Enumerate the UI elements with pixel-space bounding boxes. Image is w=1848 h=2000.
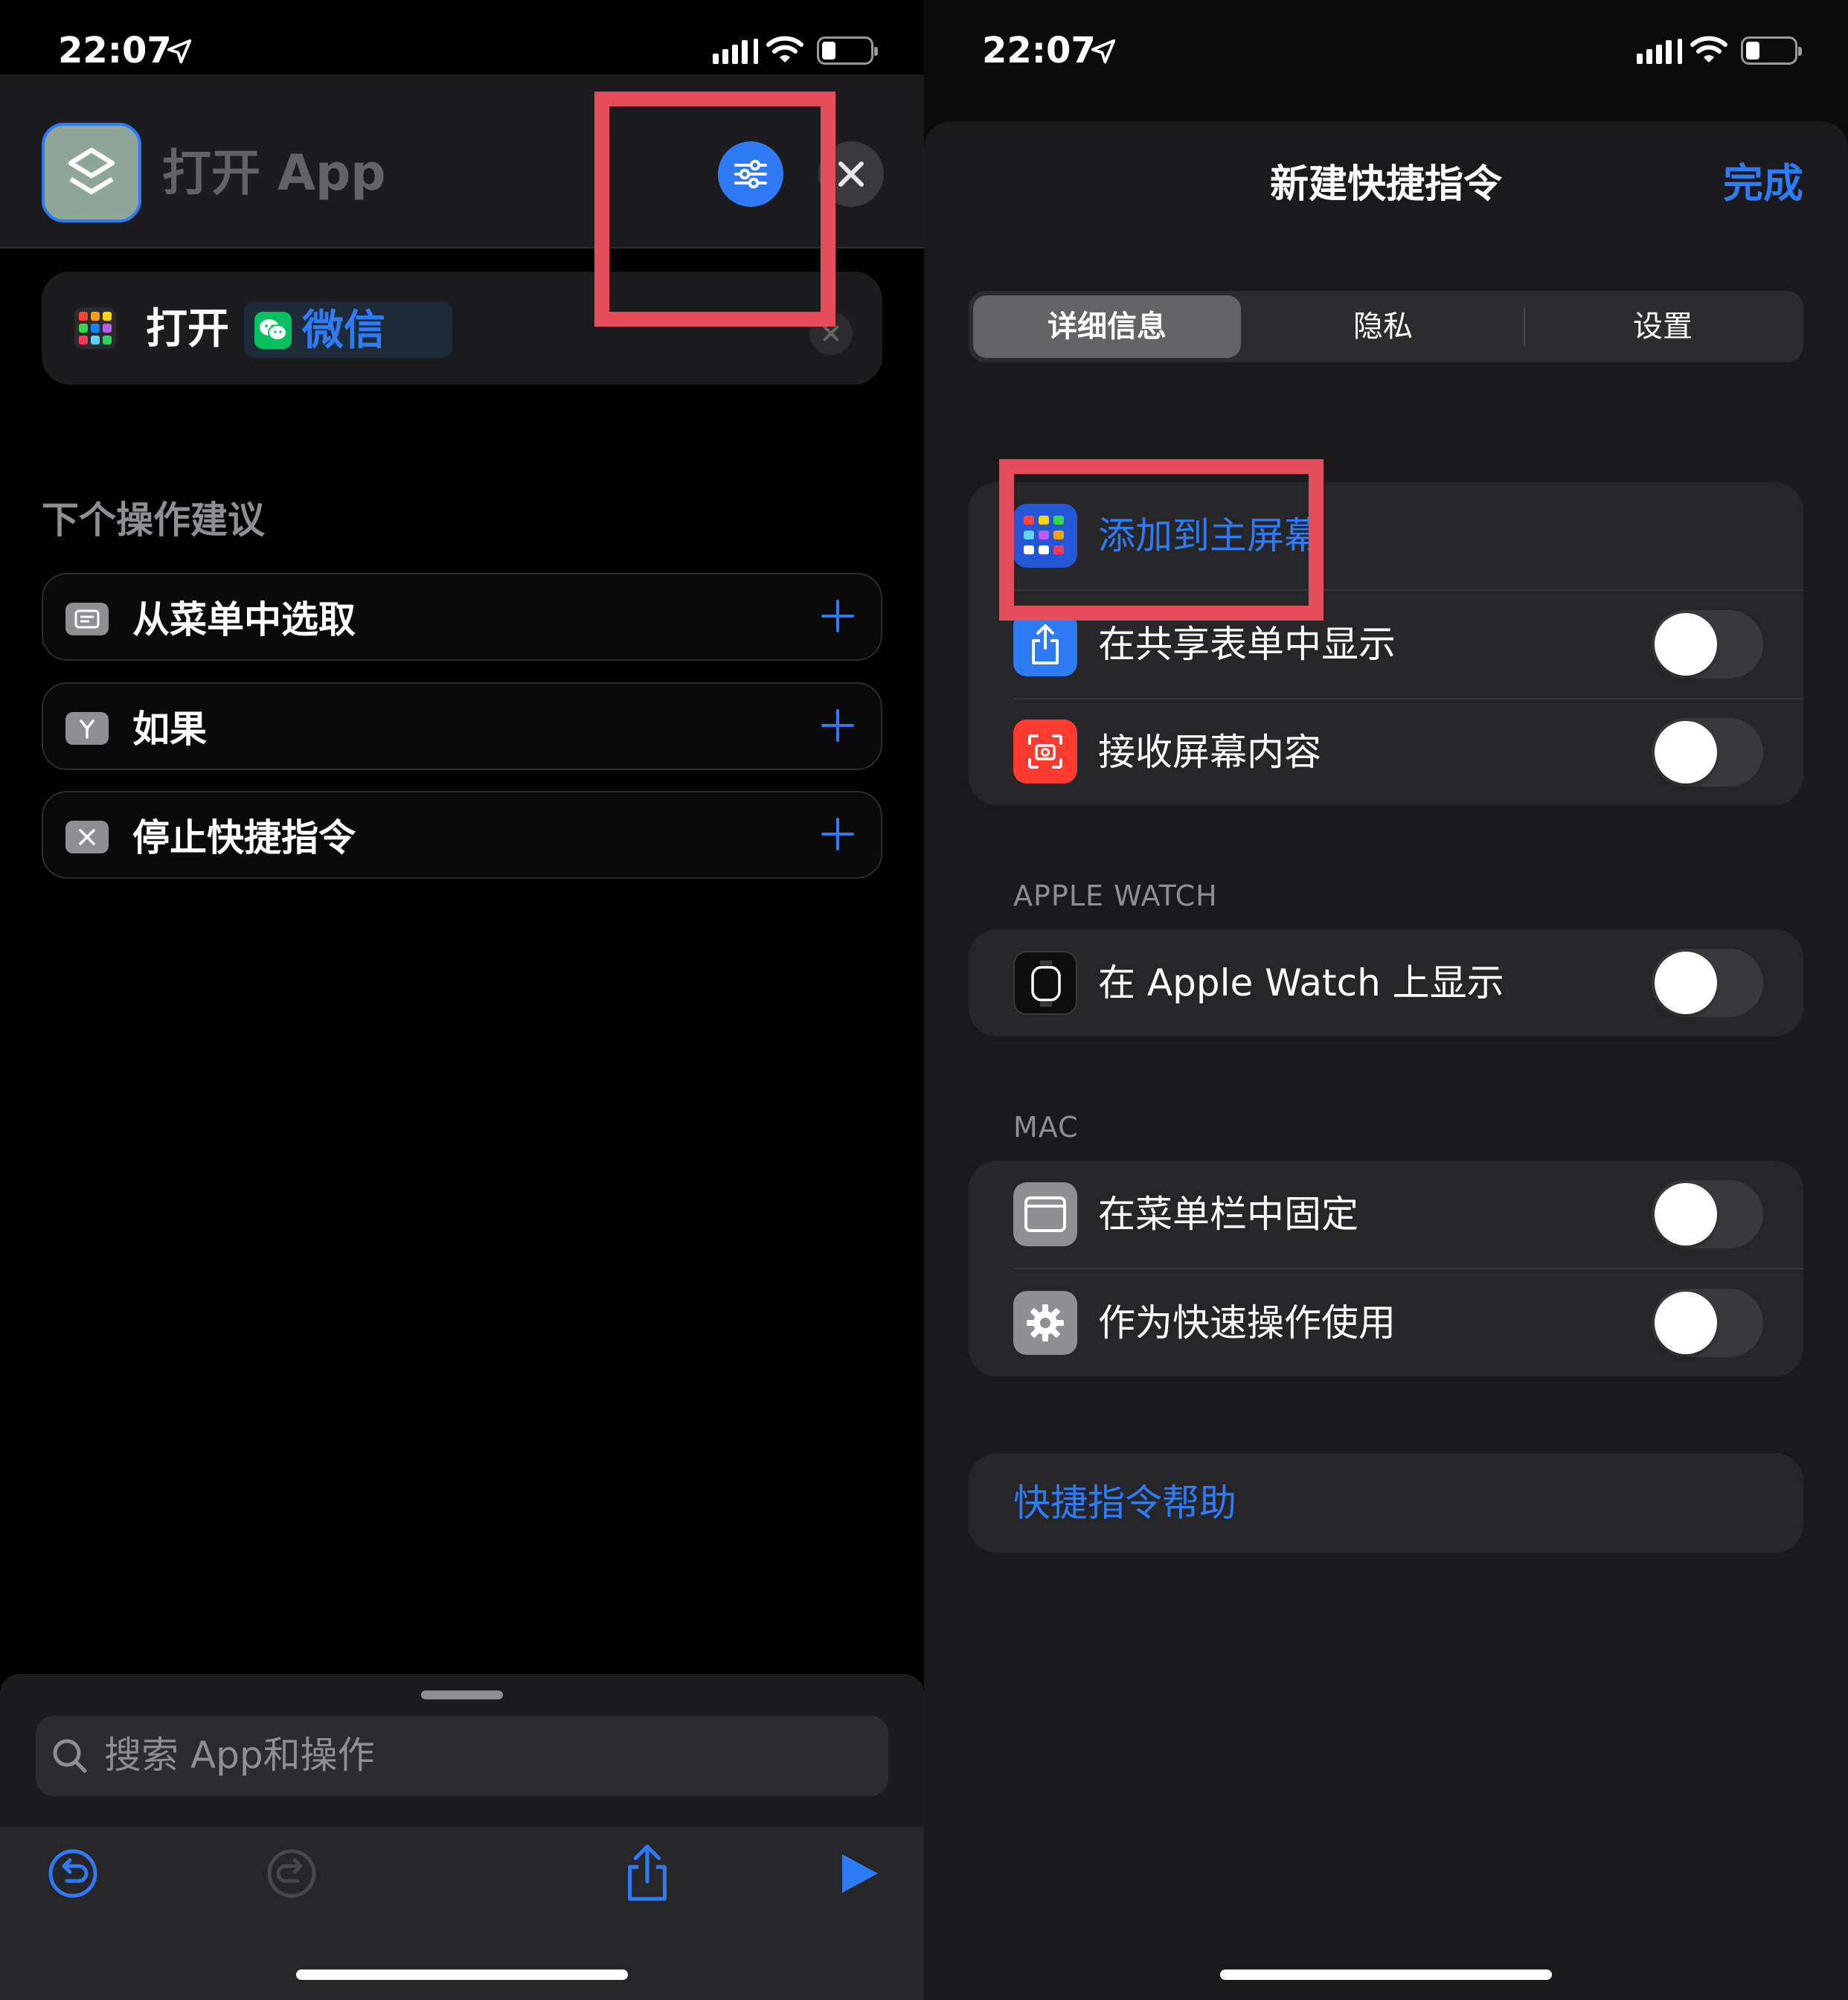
suggestion-item[interactable]: 从菜单中选取 bbox=[42, 573, 882, 661]
highlight-box bbox=[999, 459, 1324, 621]
screen-content-toggle[interactable] bbox=[1652, 718, 1763, 786]
tab-privacy[interactable]: 隐私 bbox=[1244, 295, 1522, 358]
apple-watch-toggle[interactable] bbox=[1652, 949, 1763, 1017]
redo-icon[interactable] bbox=[265, 1847, 318, 1900]
window-icon bbox=[1013, 1182, 1077, 1246]
menubar-label: 在菜单栏中固定 bbox=[1098, 1193, 1358, 1236]
undo-icon[interactable] bbox=[46, 1847, 100, 1900]
screen-content-row: 接收屏幕内容 bbox=[969, 699, 1803, 805]
apps-grid-icon bbox=[74, 307, 116, 349]
close-icon bbox=[838, 161, 864, 187]
quick-action-label: 作为快速操作使用 bbox=[1098, 1301, 1396, 1344]
apple-watch-label: 在 Apple Watch 上显示 bbox=[1098, 961, 1504, 1004]
help-group[interactable]: 快捷指令帮助 bbox=[969, 1453, 1803, 1553]
done-button[interactable]: 完成 bbox=[1723, 164, 1803, 204]
screen-content-label: 接收屏幕内容 bbox=[1098, 731, 1321, 774]
shortcut-app-icon[interactable] bbox=[42, 123, 141, 222]
app-name: 微信 bbox=[302, 307, 385, 355]
tab-label: 设置 bbox=[1633, 310, 1693, 344]
suggestion-label: 停止快捷指令 bbox=[132, 816, 356, 859]
share-sheet-label: 在共享表单中显示 bbox=[1098, 623, 1396, 666]
add-suggestion-button[interactable] bbox=[815, 703, 860, 748]
wifi-icon bbox=[766, 36, 803, 62]
status-bar: 22:07 bbox=[924, 0, 1848, 74]
screen-capture-icon bbox=[1013, 719, 1077, 783]
mac-header: MAC bbox=[1013, 1111, 1079, 1144]
add-suggestion-button[interactable] bbox=[815, 812, 860, 856]
details-sheet: 新建快捷指令 完成 详细信息 隐私 设置 添加到主屏幕 在共享表单中显示 接收屏… bbox=[924, 121, 1848, 2000]
battery-icon bbox=[1741, 36, 1802, 65]
share-icon[interactable] bbox=[620, 1842, 674, 1903]
cellular-signal-icon bbox=[713, 39, 758, 64]
quick-action-row: 作为快速操作使用 bbox=[969, 1269, 1803, 1376]
share-icon bbox=[1013, 612, 1077, 676]
app-token[interactable]: 微信 bbox=[244, 301, 452, 358]
layers-icon bbox=[68, 147, 115, 195]
status-bar: 22:07 bbox=[0, 0, 924, 74]
tab-details[interactable]: 详细信息 bbox=[973, 295, 1241, 358]
menubar-toggle[interactable] bbox=[1652, 1180, 1763, 1249]
apple-watch-header: APPLE WATCH bbox=[1013, 879, 1218, 912]
quick-action-toggle[interactable] bbox=[1652, 1289, 1763, 1357]
search-placeholder: 搜索 App和操作 bbox=[104, 1734, 375, 1777]
status-time: 22:07 bbox=[982, 30, 1096, 71]
sheet-grabber[interactable] bbox=[421, 1690, 503, 1699]
search-icon bbox=[53, 1739, 87, 1773]
battery-icon bbox=[817, 36, 878, 65]
location-arrow-icon bbox=[167, 39, 192, 64]
actions-sheet: 搜索 App和操作 bbox=[0, 1674, 924, 2000]
highlight-box bbox=[594, 92, 835, 327]
location-arrow-icon bbox=[1091, 39, 1116, 64]
tab-label: 隐私 bbox=[1353, 310, 1413, 344]
segmented-control: 详细信息 隐私 设置 bbox=[969, 291, 1803, 362]
apple-watch-icon bbox=[1013, 951, 1077, 1015]
wifi-icon bbox=[1690, 36, 1727, 62]
suggestion-item[interactable]: 如果 bbox=[42, 682, 882, 770]
left-screen: 22:07 打开 App 打开 微信 下个操作建议 从菜单中选取 如果 停止快捷… bbox=[0, 0, 924, 2000]
tab-label: 详细信息 bbox=[1047, 310, 1167, 344]
status-time: 22:07 bbox=[58, 30, 172, 71]
share-sheet-toggle[interactable] bbox=[1652, 610, 1763, 679]
mac-group: 在菜单栏中固定 作为快速操作使用 bbox=[969, 1161, 1803, 1376]
gear-icon bbox=[1013, 1291, 1077, 1355]
tab-settings[interactable]: 设置 bbox=[1527, 295, 1799, 358]
sheet-title: 新建快捷指令 bbox=[1269, 162, 1502, 207]
right-screen: 22:07 新建快捷指令 完成 详细信息 隐私 设置 添加到主屏幕 在共享表单中… bbox=[924, 0, 1848, 2000]
shortcuts-help-link[interactable]: 快捷指令帮助 bbox=[1013, 1484, 1236, 1522]
shortcut-title: 打开 App bbox=[162, 144, 386, 202]
action-verb: 打开 bbox=[146, 305, 229, 353]
close-icon bbox=[65, 821, 109, 853]
play-icon[interactable] bbox=[836, 1851, 881, 1896]
home-indicator bbox=[296, 1969, 628, 1980]
suggestion-item[interactable]: 停止快捷指令 bbox=[42, 791, 882, 879]
branch-icon bbox=[65, 712, 109, 745]
apple-watch-group: 在 Apple Watch 上显示 bbox=[969, 929, 1803, 1036]
tab-divider bbox=[1524, 307, 1525, 346]
home-indicator bbox=[1220, 1969, 1552, 1980]
suggestion-label: 如果 bbox=[132, 708, 207, 751]
menu-icon bbox=[65, 603, 109, 635]
search-field[interactable]: 搜索 App和操作 bbox=[36, 1716, 888, 1796]
suggestion-label: 从菜单中选取 bbox=[132, 598, 356, 641]
menubar-row: 在菜单栏中固定 bbox=[969, 1161, 1803, 1268]
add-suggestion-button[interactable] bbox=[815, 594, 860, 638]
wechat-icon bbox=[254, 312, 292, 349]
cellular-signal-icon bbox=[1637, 39, 1682, 64]
suggestions-header: 下个操作建议 bbox=[42, 499, 265, 542]
